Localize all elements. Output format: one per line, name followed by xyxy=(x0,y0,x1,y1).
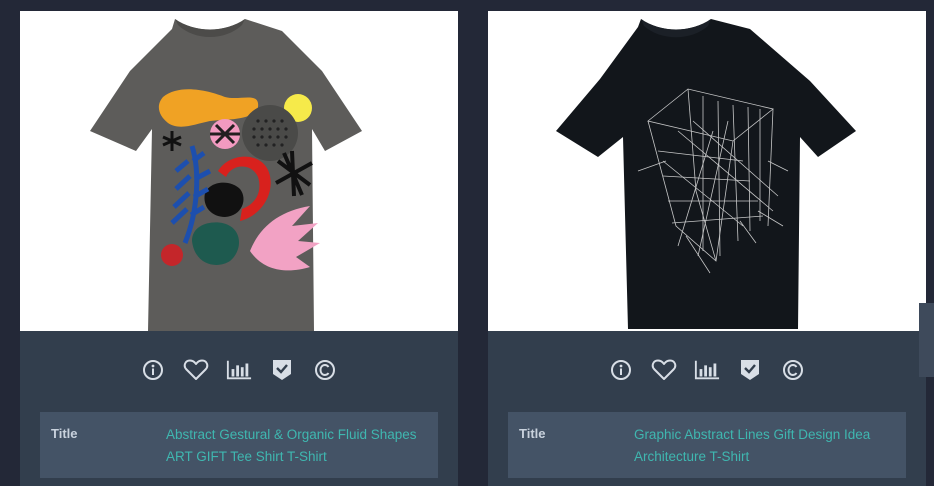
favorite-button[interactable] xyxy=(183,357,209,383)
action-icon-row xyxy=(20,357,458,383)
heart-icon xyxy=(651,359,677,380)
title-link[interactable]: Graphic Abstract Lines Gift Design Idea … xyxy=(634,424,895,466)
heart-icon xyxy=(183,359,209,380)
action-icon-row xyxy=(488,357,926,383)
copyright-button[interactable] xyxy=(780,357,806,383)
info-button[interactable] xyxy=(140,357,166,383)
title-panel: Title Graphic Abstract Lines Gift Design… xyxy=(508,412,906,478)
favorite-button[interactable] xyxy=(651,357,677,383)
product-card: Title Graphic Abstract Lines Gift Design… xyxy=(488,11,926,486)
verified-button[interactable] xyxy=(269,357,295,383)
info-icon xyxy=(143,360,163,380)
tshirt-architecture-lines-image xyxy=(556,19,856,329)
tshirt-abstract-shapes-image xyxy=(90,19,362,331)
bar-chart-icon xyxy=(226,360,252,380)
badge-check-icon xyxy=(741,360,759,380)
title-label: Title xyxy=(519,426,546,441)
product-card: Title Abstract Gestural & Organic Fluid … xyxy=(20,11,458,486)
title-label: Title xyxy=(51,426,78,441)
product-image[interactable] xyxy=(20,11,458,331)
copyright-button[interactable] xyxy=(312,357,338,383)
verified-button[interactable] xyxy=(737,357,763,383)
badge-check-icon xyxy=(273,360,291,380)
info-button[interactable] xyxy=(608,357,634,383)
stats-button[interactable] xyxy=(694,357,720,383)
copyright-icon xyxy=(783,360,803,380)
info-icon xyxy=(611,360,631,380)
copyright-icon xyxy=(315,360,335,380)
bar-chart-icon xyxy=(694,360,720,380)
scrollbar-thumb[interactable] xyxy=(919,303,934,377)
product-image[interactable] xyxy=(488,11,926,331)
title-link[interactable]: Abstract Gestural & Organic Fluid Shapes… xyxy=(166,424,427,466)
title-panel: Title Abstract Gestural & Organic Fluid … xyxy=(40,412,438,478)
stats-button[interactable] xyxy=(226,357,252,383)
